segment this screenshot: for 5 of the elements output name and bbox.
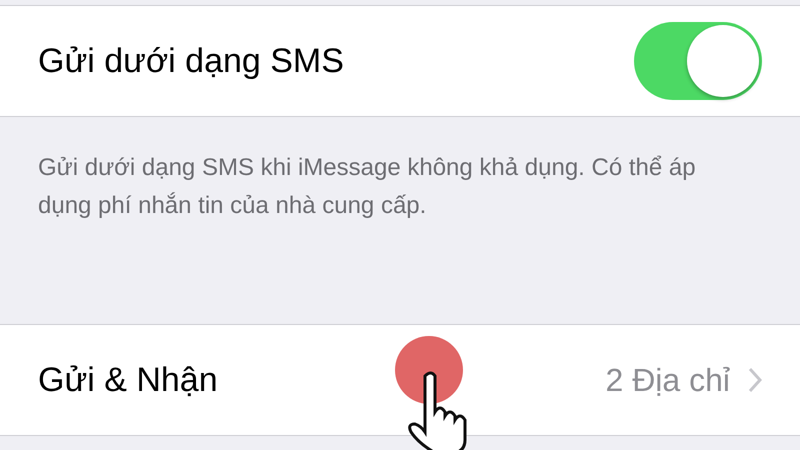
footer-text: Gửi dưới dạng SMS khi iMessage không khả dụng. Có thể áp dụng phí nhắn tin của nhà cung cấp. — [38, 153, 697, 221]
row-label: Gửi & Nhận — [38, 360, 219, 400]
chevron-icon — [748, 367, 762, 393]
row-label: Gửi dưới dạng SMS — [38, 42, 345, 80]
row-value: 2 Địa chỉ — [606, 362, 730, 398]
